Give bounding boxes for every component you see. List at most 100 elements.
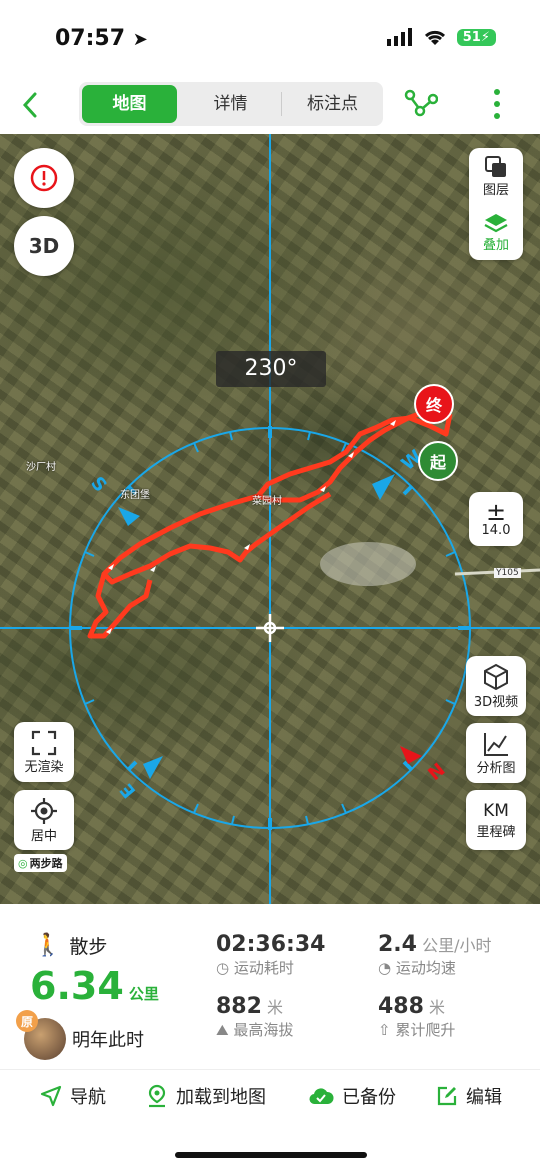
3d-toggle-button[interactable]: 3D [14, 216, 74, 276]
speed-value: 2.4 [378, 932, 417, 957]
altitude-label-row: ⛰ 最高海拔 [216, 1019, 293, 1040]
layers-panel: 图层 叠加 [469, 148, 523, 260]
compass-pointer-s [118, 507, 140, 526]
wifi-icon [424, 30, 445, 45]
stack-icon [484, 214, 508, 233]
battery-indicator: 51⚡ [456, 28, 496, 46]
speed-unit: 公里/小时 [422, 936, 492, 955]
analysis-label: 分析图 [476, 760, 516, 776]
arrow-up-icon: ⇧ [378, 1021, 391, 1039]
overlay-button[interactable]: 叠加 [483, 212, 509, 253]
layers-icon [484, 156, 506, 177]
logo-text: 两步路 [29, 857, 63, 870]
overlay-label: 叠加 [482, 238, 509, 253]
no-render-label: 无渲染 [24, 759, 64, 775]
edit-icon [437, 1086, 457, 1106]
memory-text: 明年此时 [72, 1030, 144, 1051]
back-arrow-icon[interactable] [16, 90, 46, 120]
distance-display: 6.34 公里 [30, 964, 159, 1008]
cube-icon [484, 663, 508, 690]
3d-icon: 3D [28, 234, 60, 258]
tab-waypoints[interactable]: 标注点 [285, 85, 380, 123]
climb-unit: 米 [429, 998, 446, 1017]
walking-icon: 🚶 [34, 933, 62, 958]
zoom-icon: ± [485, 497, 507, 526]
km-icon: KM [483, 800, 509, 821]
milestone-label: 里程碑 [476, 824, 516, 840]
memory-row[interactable]: 原 明年此时 [16, 1010, 144, 1060]
navigation-arrow-icon [40, 1085, 62, 1107]
climb-stat: 488 米 ⇧ 累计爬升 [378, 994, 455, 1040]
end-marker[interactable]: 终 [414, 384, 454, 424]
clock-icon: ◷ [216, 959, 230, 977]
altitude-unit: 米 [267, 998, 284, 1017]
climb-label-row: ⇧ 累计爬升 [378, 1019, 455, 1040]
load-to-map-button[interactable]: 加载到地图 [146, 1083, 266, 1109]
route-share-icon[interactable] [404, 89, 438, 119]
place-label: 菜园村 [252, 496, 282, 507]
layers-button[interactable]: 图层 [483, 155, 509, 198]
duration-value: 02:36:34 [216, 932, 326, 957]
duration-stat: 02:36:34 ◷ 运动耗时 [216, 932, 325, 978]
memory-avatar-wrap: 原 [16, 1010, 66, 1060]
place-label: 沙厂村 [26, 462, 56, 473]
3d-video-label: 3D视频 [473, 694, 519, 710]
distance-unit: 公里 [128, 985, 159, 1003]
speed-label-row: ◔ 运动均速 [378, 957, 491, 978]
zoom-control[interactable]: ± 14.0 [469, 492, 523, 546]
milestone-button[interactable]: KM 里程碑 [466, 790, 526, 850]
center-button[interactable]: 居中 [14, 790, 74, 850]
logo-icon: ◎ [18, 856, 28, 870]
map-view[interactable]: S W E N 沙厂村 东团堡 菜园村 Y105 终 起 230° 3D 无渲染… [0, 134, 540, 904]
line-chart-icon [484, 732, 508, 756]
more-options-icon[interactable] [490, 88, 504, 120]
speed-label: 运动均速 [395, 959, 456, 977]
center-crosshair-icon [256, 614, 284, 642]
status-icons: 51⚡ [386, 28, 496, 46]
status-time: 07:57 ➤ [55, 26, 148, 51]
segment-tabs: 地图 详情 标注点 [79, 82, 383, 126]
3d-video-button[interactable]: 3D视频 [466, 656, 526, 716]
cellular-signal-icon [386, 28, 412, 46]
no-render-button[interactable]: 无渲染 [14, 722, 74, 782]
home-indicator[interactable] [175, 1152, 367, 1158]
speed-stat: 2.4 公里/小时 ◔ 运动均速 [378, 932, 491, 978]
compass-pointer-w [372, 474, 395, 500]
speedometer-icon: ◔ [378, 959, 392, 977]
backed-up-label: 已备份 [342, 1087, 396, 1108]
distance-value: 6.34 [30, 964, 124, 1008]
alert-icon [30, 164, 58, 192]
cloud-check-icon [309, 1088, 334, 1105]
mountain-icon: ⛰ [216, 1021, 229, 1039]
analysis-button[interactable]: 分析图 [466, 723, 526, 783]
load-to-map-label: 加载到地图 [176, 1087, 266, 1108]
quarry-area [320, 542, 416, 586]
activity-type-label: 散步 [69, 936, 108, 958]
track-line-west [87, 573, 153, 639]
tab-map[interactable]: 地图 [82, 85, 177, 123]
altitude-value: 882 [216, 994, 262, 1019]
start-marker[interactable]: 起 [418, 441, 458, 481]
original-badge: 原 [16, 1010, 38, 1032]
battery-level: 51 [462, 29, 481, 45]
altitude-label: 最高海拔 [233, 1021, 294, 1039]
center-label: 居中 [30, 828, 57, 844]
compass-pointer-e [143, 756, 163, 779]
activity-type: 🚶 散步 [34, 932, 107, 959]
zoom-level: 14.0 [481, 522, 511, 538]
navigate-label: 导航 [70, 1087, 106, 1108]
place-label: 东团堡 [120, 490, 150, 501]
tab-details[interactable]: 详情 [183, 85, 278, 123]
climb-label: 累计爬升 [395, 1021, 456, 1039]
edit-button[interactable]: 编辑 [436, 1083, 502, 1109]
backed-up-button[interactable]: 已备份 [308, 1083, 396, 1109]
climb-value: 488 [378, 994, 424, 1019]
alert-button[interactable] [14, 148, 74, 208]
tab-divider [281, 92, 282, 116]
locate-icon [31, 797, 57, 824]
navigate-button[interactable]: 导航 [40, 1083, 106, 1109]
duration-label: 运动耗时 [233, 959, 294, 977]
time-text: 07:57 [55, 26, 126, 51]
altitude-stat: 882 米 ⛰ 最高海拔 [216, 994, 293, 1040]
expand-icon [31, 730, 57, 755]
